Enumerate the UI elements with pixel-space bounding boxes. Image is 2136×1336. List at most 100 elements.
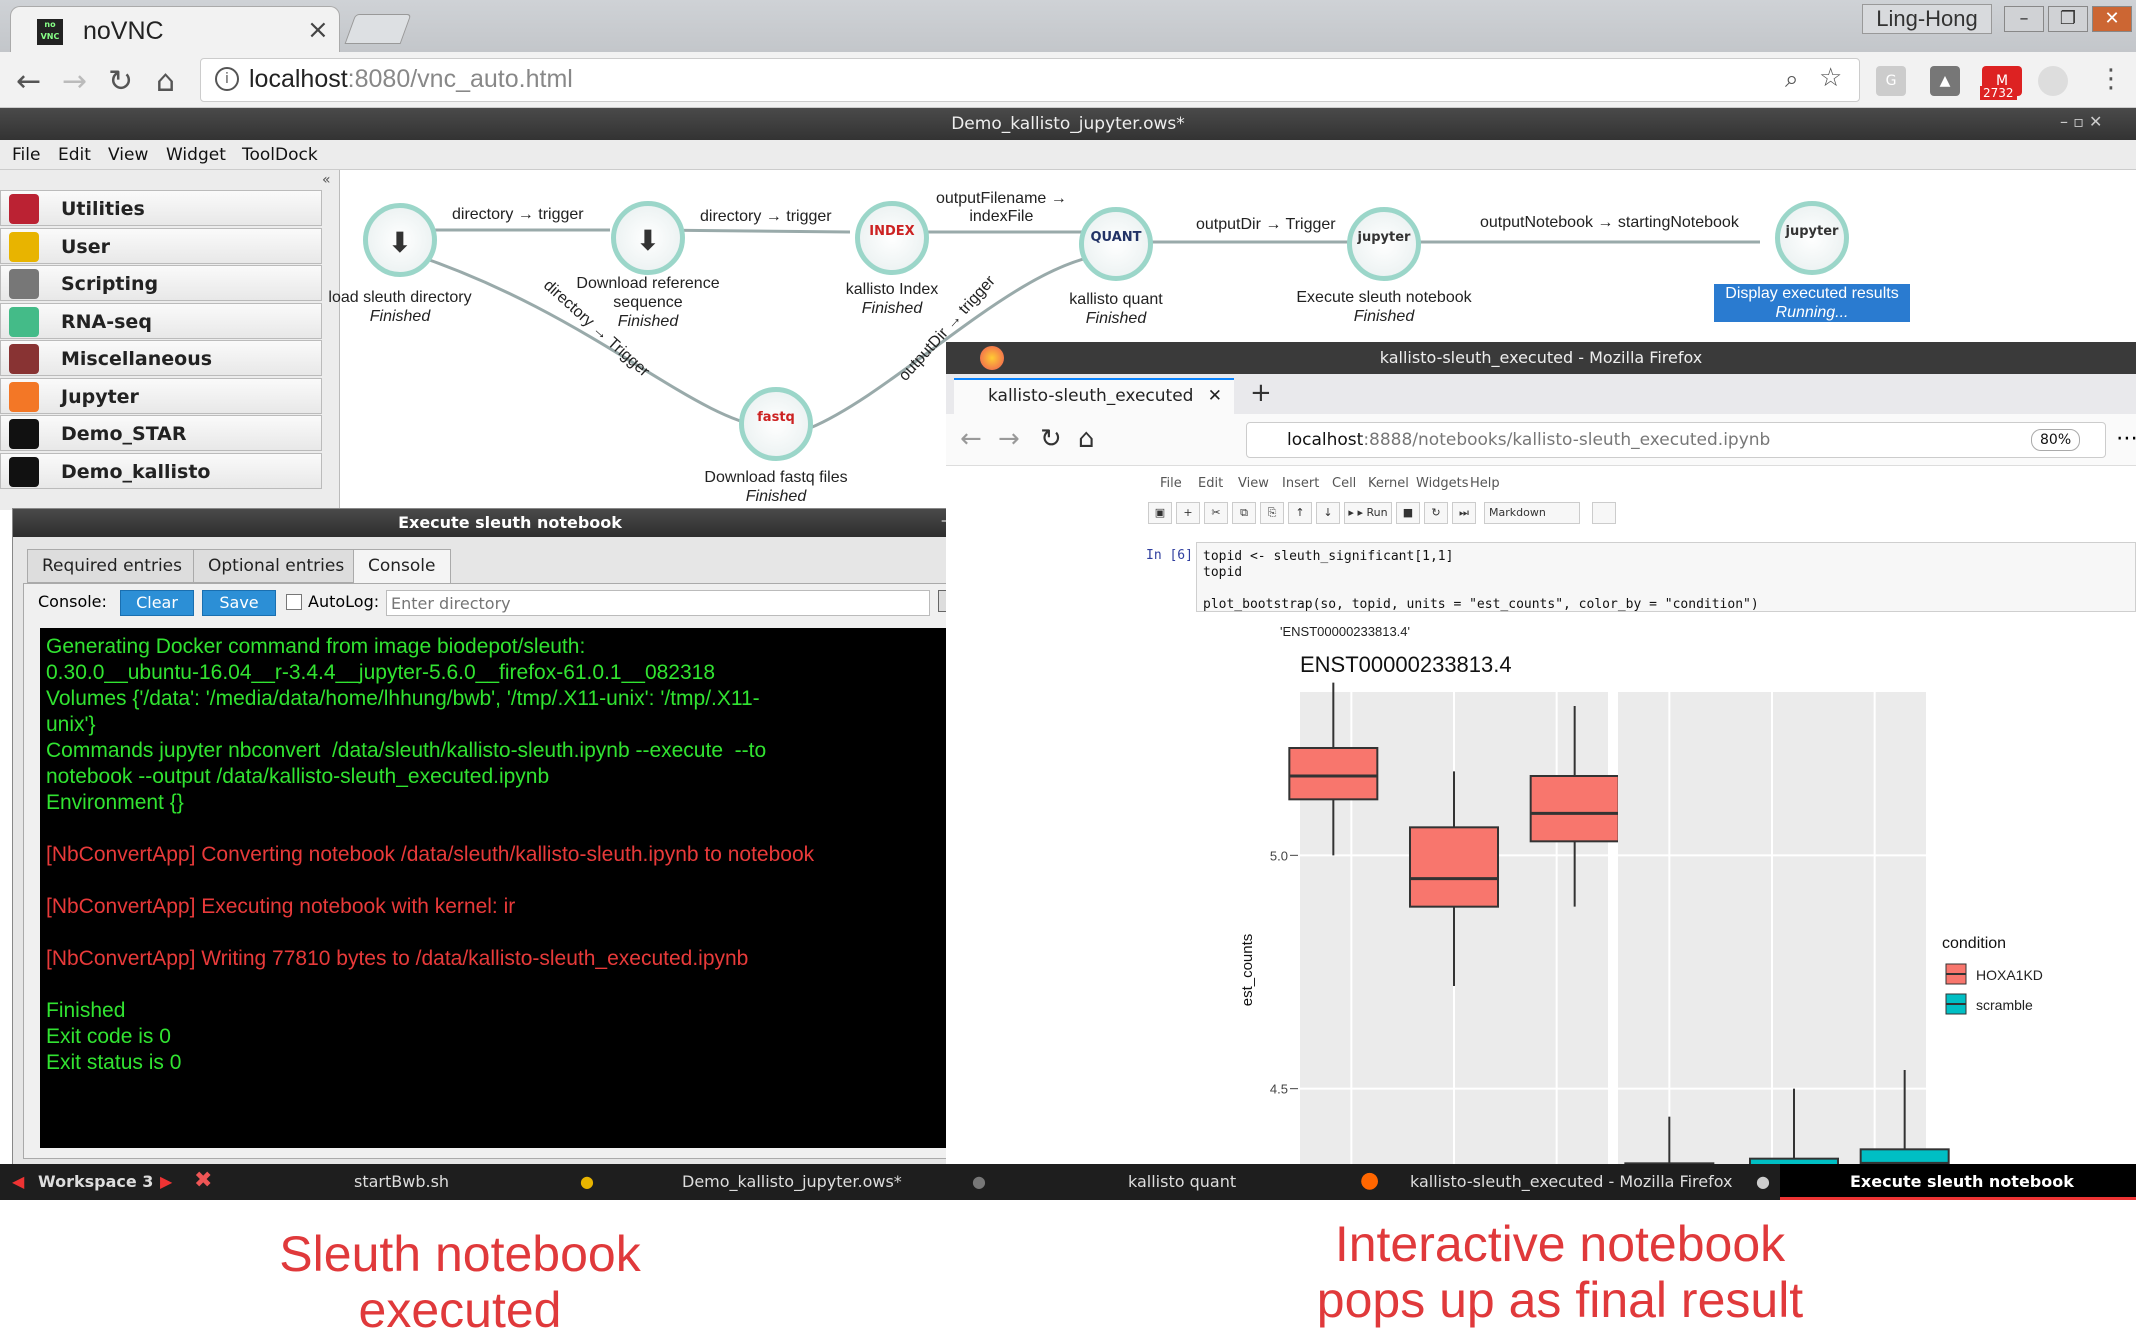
- toolbox-item-rna-seq[interactable]: RNA-seq: [0, 302, 322, 339]
- jupyter-icon: [9, 381, 39, 412]
- reload-icon[interactable]: ↻: [108, 64, 133, 99]
- caption-right: Interactive notebook pops up as final re…: [1316, 1216, 1804, 1328]
- autolog-checkbox[interactable]: [286, 594, 302, 610]
- paste-icon[interactable]: ⎘: [1260, 502, 1284, 524]
- bookmark-star-icon[interactable]: ☆: [1819, 63, 1842, 93]
- taskbar-item-firefox[interactable]: kallisto-sleuth_executed - Mozilla Firef…: [1410, 1172, 1732, 1191]
- profile-button[interactable]: Ling-Hong: [1862, 4, 1992, 34]
- workflow-node-1[interactable]: ⬇: [611, 201, 685, 275]
- new-tab-button[interactable]: [344, 14, 412, 44]
- workflow-node-2[interactable]: INDEX: [855, 201, 929, 275]
- workflow-node-0[interactable]: ⬇: [363, 203, 437, 277]
- menu-view[interactable]: View: [108, 145, 148, 165]
- tab-console[interactable]: Console: [353, 549, 451, 583]
- nb-menu-cell[interactable]: Cell: [1332, 476, 1356, 491]
- workflow-node-4[interactable]: jupyter: [1347, 207, 1421, 281]
- node-badge-icon: jupyter: [1785, 224, 1839, 239]
- run-label: Run: [1366, 506, 1388, 519]
- tab-optional-entries[interactable]: Optional entries: [193, 549, 360, 583]
- nb-menu-widgets[interactable]: Widgets: [1416, 476, 1469, 491]
- firefox-new-tab-icon[interactable]: +: [1250, 378, 1272, 408]
- more-menu-icon[interactable]: ⋮: [2098, 64, 2124, 94]
- taskbar-item-quant[interactable]: kallisto quant: [1128, 1172, 1236, 1191]
- nb-menu-insert[interactable]: Insert: [1282, 476, 1319, 491]
- workflow-node-6[interactable]: fastq: [739, 387, 813, 461]
- ff-overflow-icon[interactable]: ⋯: [2116, 426, 2136, 451]
- ff-zoom-badge[interactable]: 80%: [2031, 429, 2081, 451]
- prev-workspace-icon[interactable]: ◀: [12, 1172, 24, 1191]
- bwb-task-icon: ●: [580, 1172, 594, 1191]
- zoom-icon[interactable]: ⌕: [1785, 65, 1798, 93]
- home-icon[interactable]: ⌂: [156, 64, 175, 99]
- cell-prompt: In [6]:: [1146, 548, 1201, 563]
- browser-tab[interactable]: no VNC noVNC ×: [10, 6, 340, 54]
- restore-button[interactable]: ❐: [2048, 6, 2088, 32]
- add-cell-icon[interactable]: +: [1176, 502, 1200, 524]
- stop-icon[interactable]: ■: [1396, 502, 1420, 524]
- save-button[interactable]: Save: [202, 590, 276, 616]
- code-cell[interactable]: topid <- sleuth_significant[1,1] topid p…: [1196, 542, 2136, 612]
- nb-menu-view[interactable]: View: [1238, 476, 1269, 491]
- info-icon[interactable]: i: [215, 67, 239, 91]
- tab-required-entries[interactable]: Required entries: [27, 549, 197, 583]
- window-close-button[interactable]: ✕: [2092, 6, 2132, 32]
- ff-forward-icon[interactable]: →: [998, 424, 1020, 454]
- toolbox-item-user[interactable]: User: [0, 227, 322, 264]
- extension-circle-icon[interactable]: [2038, 66, 2068, 96]
- save-icon[interactable]: ▣: [1148, 502, 1172, 524]
- firefox-tab-close-icon[interactable]: ✕: [1208, 380, 1222, 412]
- ff-back-icon[interactable]: ←: [960, 424, 982, 454]
- close-tab-icon[interactable]: ×: [307, 15, 329, 45]
- back-arrow-icon[interactable]: ←: [16, 64, 41, 99]
- taskbar-item-demo[interactable]: Demo_kallisto_jupyter.ows*: [682, 1172, 902, 1191]
- workflow-node-5[interactable]: jupyter: [1775, 201, 1849, 275]
- ff-address-bar[interactable]: localhost:8888/notebooks/kallisto-sleuth…: [1246, 422, 2106, 458]
- directory-input[interactable]: [386, 590, 930, 616]
- ff-home-icon[interactable]: ⌂: [1078, 424, 1095, 454]
- address-bar[interactable]: i localhost:8080/vnc_auto.html ⌕ ☆: [200, 58, 1860, 102]
- autolog-label: AutoLog:: [308, 592, 380, 611]
- toolbox-item-miscellaneous[interactable]: Miscellaneous: [0, 340, 322, 376]
- menu-file[interactable]: File: [12, 145, 40, 165]
- cell-type-select[interactable]: Markdown: [1484, 502, 1580, 524]
- menu-edit[interactable]: Edit: [58, 145, 91, 165]
- toolbox-item-label: Utilities: [61, 198, 145, 220]
- extension-g-icon[interactable]: G: [1876, 66, 1906, 96]
- wrench-icon: [9, 194, 39, 224]
- toolbox-item-scripting[interactable]: Scripting: [0, 265, 322, 301]
- run-icon[interactable]: ▸ ▸ Run: [1344, 502, 1392, 524]
- move-up-icon[interactable]: ↑: [1288, 502, 1312, 524]
- clear-button[interactable]: Clear: [120, 590, 194, 616]
- collapse-dock-icon[interactable]: «: [322, 172, 331, 188]
- cut-icon[interactable]: ✂: [1204, 502, 1228, 524]
- node-name: Download fastq files: [704, 469, 848, 486]
- nb-menu-edit[interactable]: Edit: [1198, 476, 1223, 491]
- next-workspace-icon[interactable]: ▶: [160, 1172, 172, 1191]
- workflow-node-3[interactable]: QUANT: [1079, 207, 1153, 281]
- firefox-task-icon: ●: [1360, 1168, 1380, 1193]
- nb-menu-file[interactable]: File: [1160, 476, 1182, 491]
- fast-forward-icon[interactable]: ⏭: [1452, 502, 1476, 524]
- toolbox-item-jupyter[interactable]: Jupyter: [0, 377, 322, 414]
- taskbar-item-startbwb[interactable]: startBwb.sh: [354, 1172, 449, 1191]
- firefox-tab[interactable]: kallisto-sleuth_executed ✕: [954, 378, 1234, 414]
- move-down-icon[interactable]: ↓: [1316, 502, 1340, 524]
- workflow-node-label: Execute sleuth notebook Finished: [1264, 288, 1504, 326]
- toolbox-item-demo_kallisto[interactable]: Demo_kallisto: [0, 452, 322, 489]
- extension-icon[interactable]: ▲: [1930, 66, 1960, 96]
- nb-menu-help[interactable]: Help: [1470, 476, 1500, 491]
- keyboard-icon[interactable]: [1592, 502, 1616, 524]
- node-status: Finished: [617, 313, 679, 330]
- minimize-button[interactable]: –: [2004, 6, 2044, 32]
- toolbox-item-utilities[interactable]: Utilities: [0, 190, 322, 226]
- taskbar-item-sleuth[interactable]: Execute sleuth notebook: [1850, 1172, 2074, 1191]
- toolbox-item-demo_star[interactable]: Demo_STAR: [0, 415, 322, 451]
- menu-tooldock[interactable]: ToolDock: [242, 145, 318, 165]
- copy-icon[interactable]: ⧉: [1232, 502, 1256, 524]
- forward-arrow-icon[interactable]: →: [62, 64, 87, 99]
- menu-widget[interactable]: Widget: [166, 145, 226, 165]
- restart-icon[interactable]: ↻: [1424, 502, 1448, 524]
- bwb-window-controls[interactable]: – ▫ ✕: [2060, 112, 2102, 131]
- nb-menu-kernel[interactable]: Kernel: [1368, 476, 1409, 491]
- ff-reload-icon[interactable]: ↻: [1040, 424, 1062, 454]
